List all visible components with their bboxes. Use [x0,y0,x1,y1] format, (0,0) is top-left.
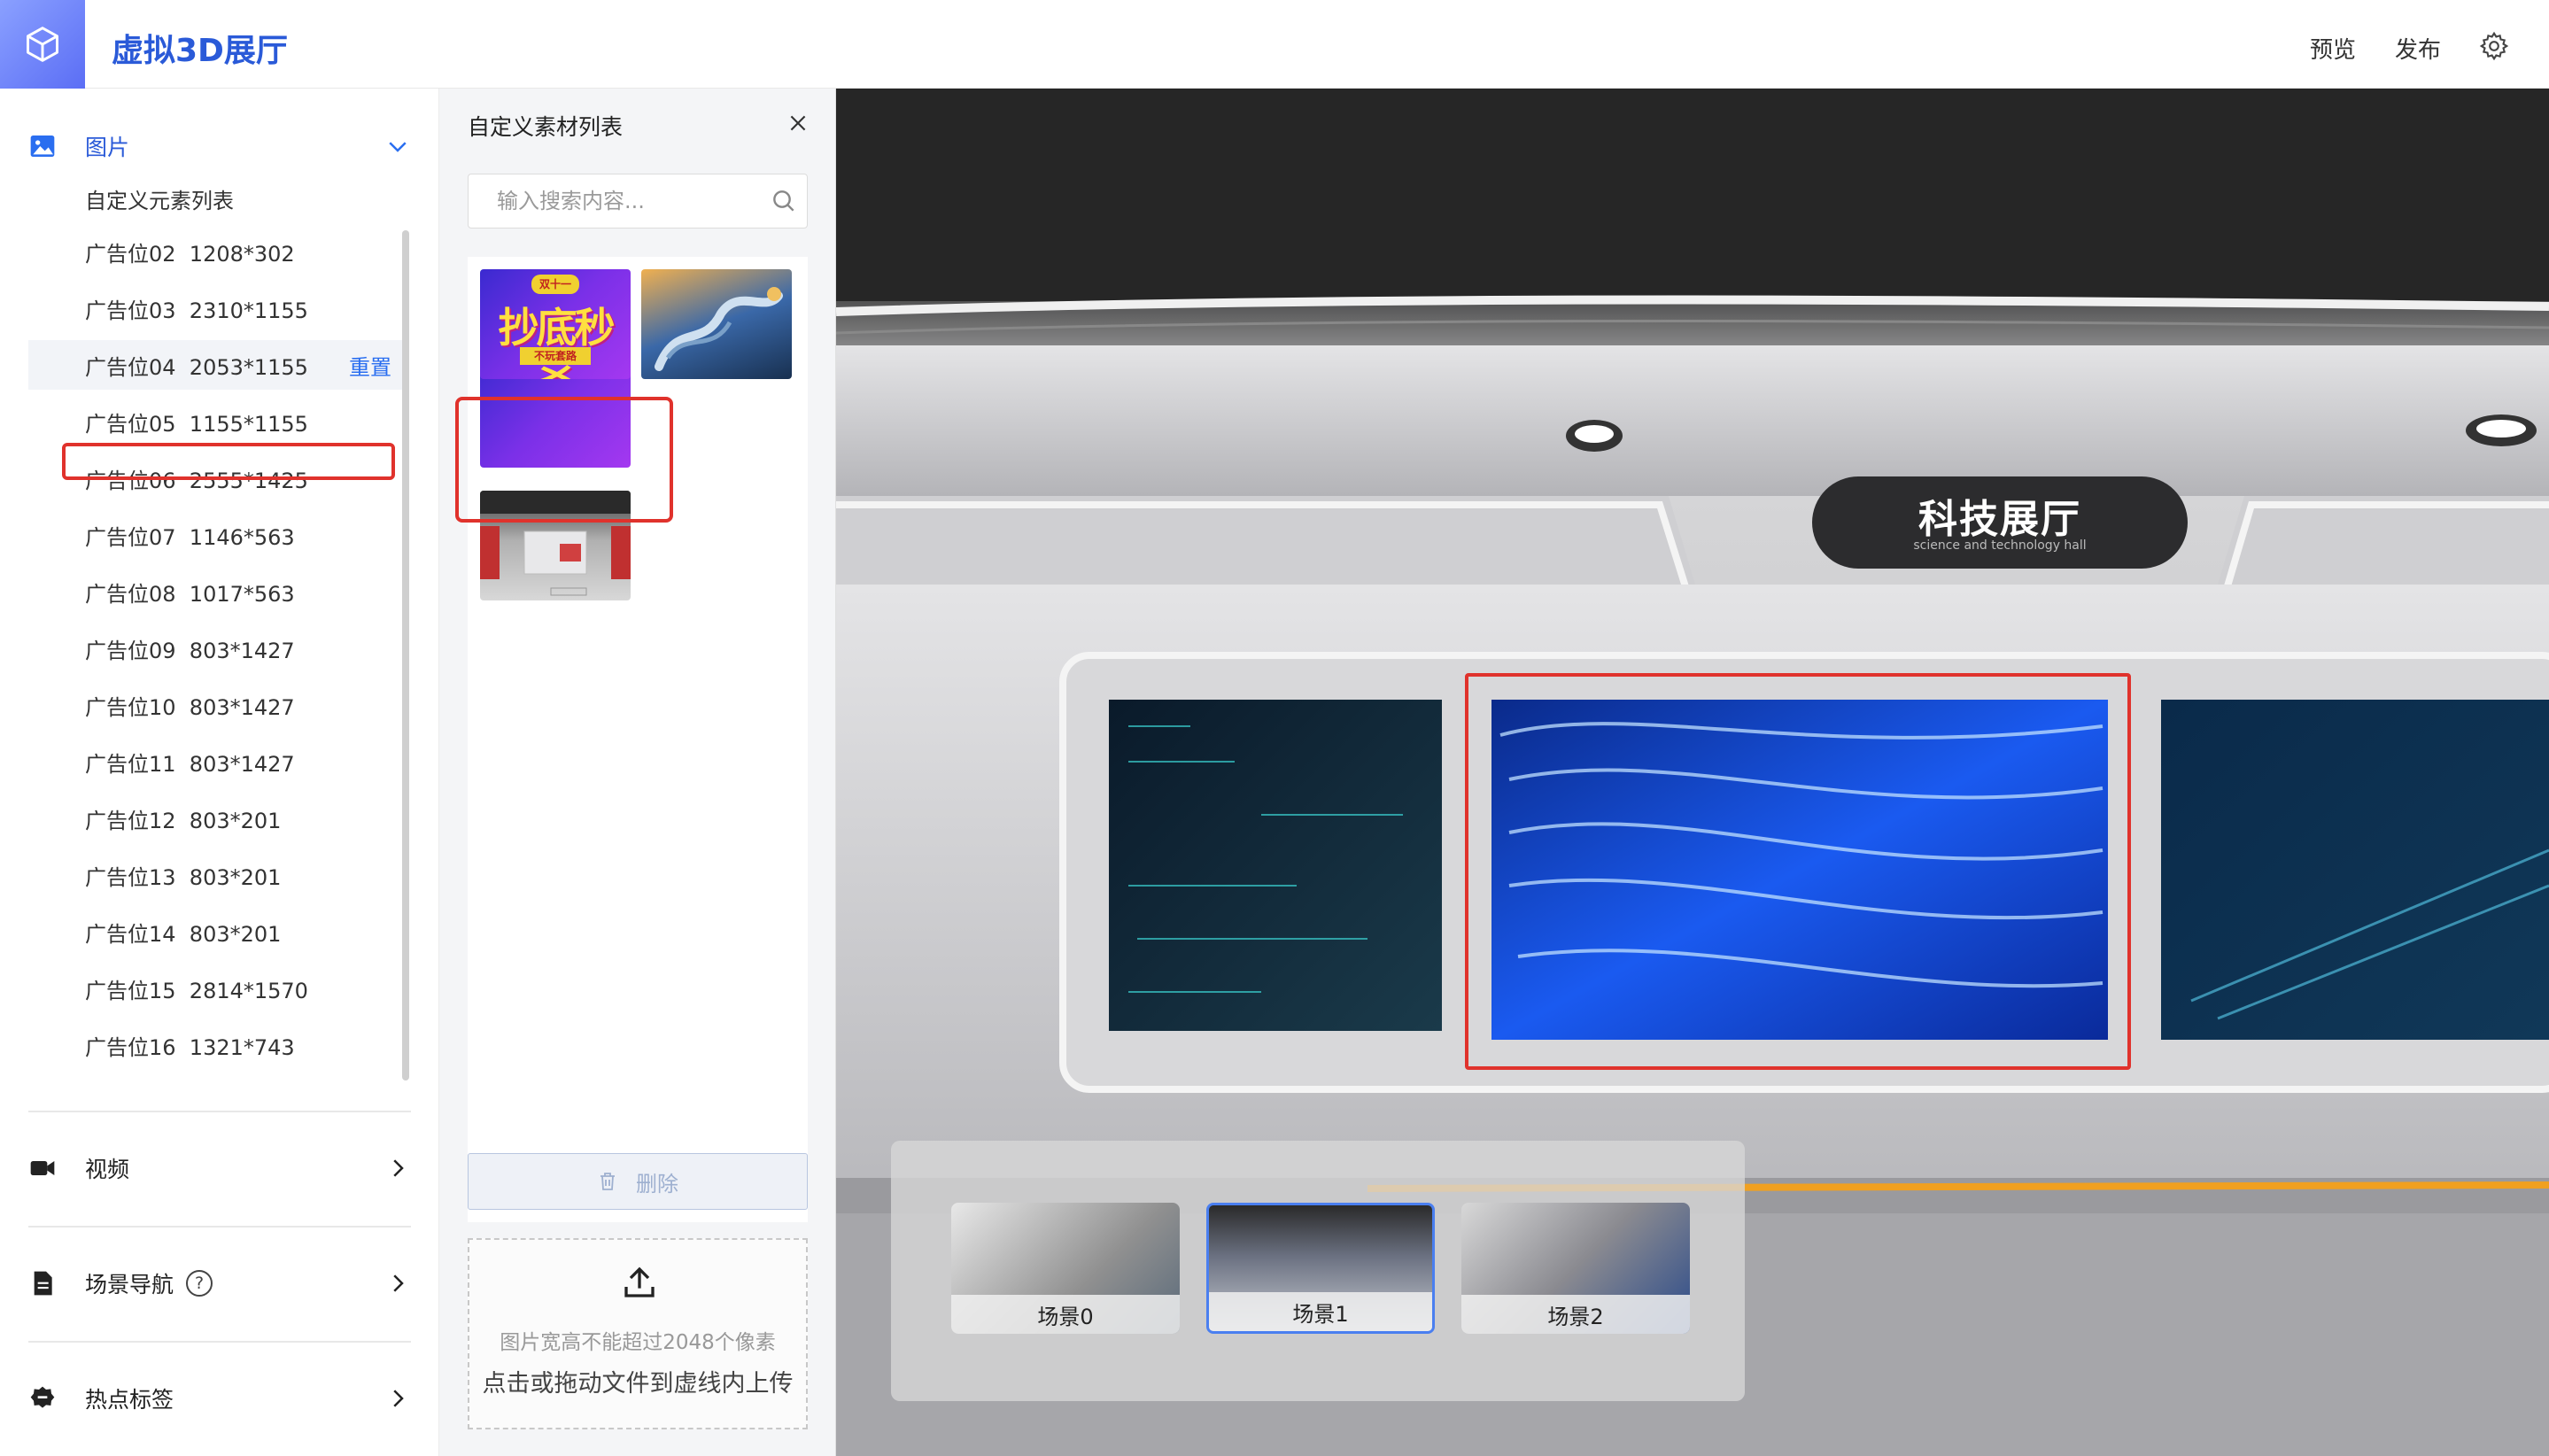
video-camera-icon [30,1161,55,1175]
upload-dropzone[interactable]: 图片宽高不能超过2048个像素 点击或拖动文件到虚线内上传 [468,1238,808,1429]
divider [28,1111,411,1112]
selected-thumbnail-highlight [455,397,673,523]
custom-material-panel: 自定义素材列表 双十一 抄底秒杀 不玩套路 删除 [439,89,836,1456]
trash-icon [600,1173,615,1190]
gear-icon[interactable] [2478,30,2510,62]
badge-tag-icon [30,1386,55,1408]
ad-slot-item[interactable]: 广告位14 803*201 [28,907,409,956]
hall-sign-subtitle: science and technology hall [1913,538,2087,553]
material-thumbnail-dragon[interactable] [641,269,792,379]
close-icon[interactable] [786,112,810,135]
chevron-down-icon[interactable] [384,133,411,159]
chevron-right-icon[interactable] [384,1155,411,1181]
ad-slot-item[interactable]: 广告位04 2053*1155 重置 [28,340,409,390]
scene-card-label: 场景1 [1209,1292,1432,1331]
help-icon[interactable]: ? [186,1270,213,1297]
ad-slot-label: 广告位16 1321*743 [85,1034,295,1060]
search-icon[interactable] [770,187,798,215]
ad-slot-label: 广告位03 2310*1155 [85,298,308,323]
search-input[interactable] [469,174,761,228]
search-box [468,174,808,228]
sale-subtext: 不玩套路 [520,347,591,365]
divider [28,1226,411,1228]
ad-slot-label: 广告位02 1208*302 [85,241,295,267]
scene-navigator: 场景0 场景1 场景2 [891,1141,1745,1401]
reset-link[interactable]: 重置 [349,350,391,381]
ad-slot-item[interactable]: 广告位11 803*1427 [28,737,409,786]
app-title: 虚拟3D展厅 [112,33,288,69]
ad-slot-item[interactable]: 广告位13 803*201 [28,850,409,900]
app-logo [0,0,85,89]
element-sidebar: 图片 自定义元素列表 广告位02 1208*302 广告位03 2310*1155… [0,89,439,1456]
preview-button[interactable]: 预览 [2310,32,2356,65]
scene-nav-section-label: 场景导航 [85,1272,174,1297]
video-section-label: 视频 [85,1157,130,1182]
document-icon [34,1271,52,1296]
hotspot-section-header[interactable]: 热点标签 [0,1367,439,1429]
delete-button[interactable]: 删除 [468,1153,808,1210]
selected-screen-highlight [1465,673,2131,1070]
scene-card-label: 场景0 [951,1295,1180,1334]
selected-item-highlight [62,443,395,480]
scene-card-0[interactable]: 场景0 [951,1203,1180,1334]
ad-slot-label: 广告位08 1017*563 [85,581,295,607]
delete-label: 删除 [636,1171,678,1197]
ad-slot-item[interactable]: 广告位12 803*201 [28,794,409,843]
chevron-right-icon[interactable] [384,1270,411,1297]
ad-slot-item[interactable]: 广告位10 803*1427 [28,680,409,730]
divider [28,1341,411,1343]
ad-slot-item[interactable]: 广告位09 803*1427 [28,623,409,673]
dragon-artwork [655,287,783,371]
ad-slot-label: 广告位12 803*201 [85,808,282,833]
ad-slot-item[interactable]: 广告位02 1208*302 [28,227,409,276]
list-scrollbar[interactable] [402,230,409,1080]
cube-icon [27,27,58,62]
panel-title: 自定义素材列表 [468,114,624,140]
ad-slot-label: 广告位13 803*201 [85,864,282,890]
ad-slot-label: 广告位09 803*1427 [85,638,295,663]
video-section-header[interactable]: 视频 [0,1137,439,1199]
app-header: 虚拟3D展厅 预览 发布 [0,0,2549,89]
images-section-header[interactable]: 图片 [0,115,439,177]
images-section-label: 图片 [85,135,130,160]
scene-card-2[interactable]: 场景2 [1461,1203,1690,1334]
hotspot-section-label: 热点标签 [85,1387,174,1413]
ad-slot-label: 广告位15 2814*1570 [85,978,308,1003]
ad-slot-label: 广告位11 803*1427 [85,751,295,777]
ad-slot-item[interactable]: 广告位08 1017*563 [28,567,409,616]
ad-slot-item[interactable]: 广告位05 1155*1155 [28,397,409,446]
chevron-right-icon[interactable] [384,1385,411,1412]
ad-slot-item[interactable]: 广告位03 2310*1155 [28,283,409,333]
ad-slot-item[interactable]: 广告位16 1321*743 [28,1020,409,1070]
publish-button[interactable]: 发布 [2395,32,2441,65]
3d-scene-viewport[interactable]: 科技展厅 science and technology hall 场景0 场景1… [836,89,2549,1456]
ad-slot-label: 广告位10 803*1427 [85,694,295,720]
material-thumbnail-sale[interactable]: 双十一 抄底秒杀 不玩套路 [480,269,631,379]
scene-card-label: 场景2 [1461,1295,1690,1334]
image-icon [30,136,55,157]
upload-text: 点击或拖动文件到虚线内上传 [482,1370,794,1398]
scene-nav-section-header[interactable]: 场景导航 ? [0,1252,439,1314]
sale-text: 抄底秒杀 [498,304,616,379]
upload-hint: 图片宽高不能超过2048个像素 [500,1331,776,1354]
hall-sign-title: 科技展厅 [1918,497,2081,542]
ad-slot-label: 广告位14 803*201 [85,921,282,947]
upload-icon [624,1266,655,1297]
ad-slot-label: 广告位05 1155*1155 [85,411,308,437]
scene-card-1[interactable]: 场景1 [1206,1203,1435,1334]
sale-badge: 双十一 [531,275,579,294]
hall-sign: 科技展厅 science and technology hall [1812,476,2188,569]
ad-slot-label: 广告位04 2053*1155 [85,354,308,380]
custom-element-list-title: 自定义元素列表 [85,188,234,213]
ad-slot-item[interactable]: 广告位07 1146*563 [28,510,409,560]
ad-slot-item[interactable]: 广告位15 2814*1570 [28,964,409,1013]
ad-slot-label: 广告位07 1146*563 [85,524,295,550]
